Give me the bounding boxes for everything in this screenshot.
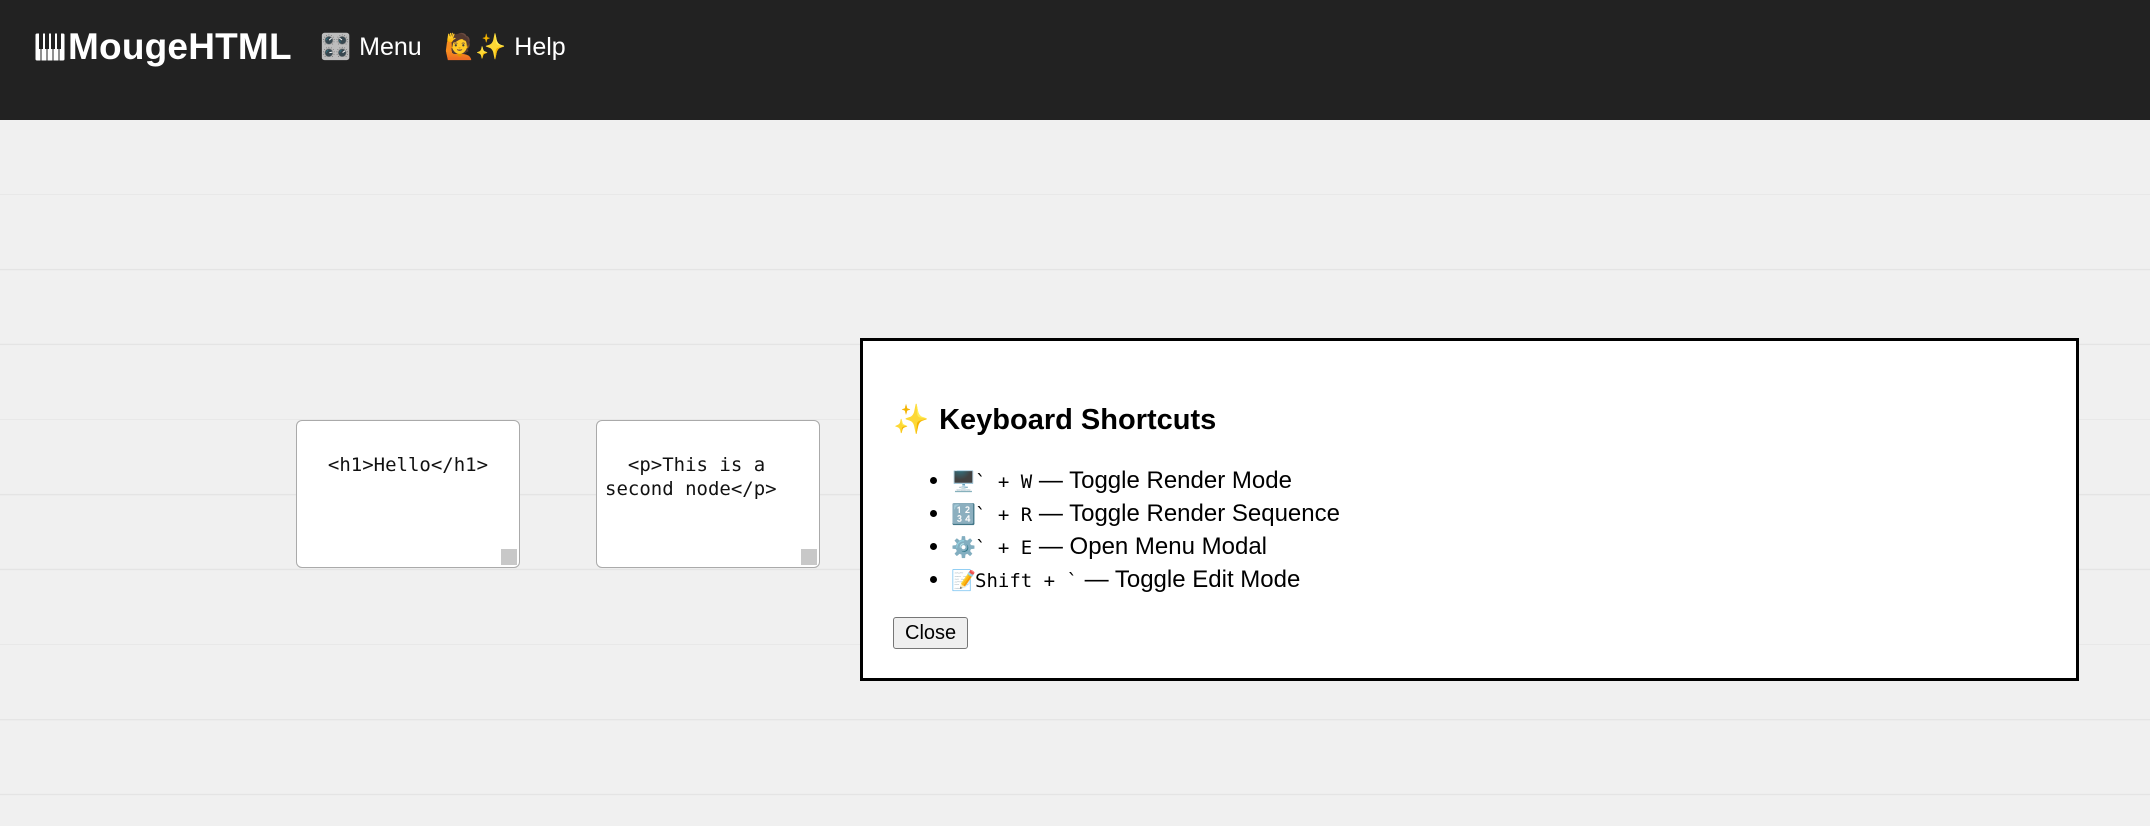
resize-handle[interactable] <box>501 549 517 565</box>
raising-hand-sparkles-icon: 🙋✨ <box>444 33 507 61</box>
shortcut-action: Toggle Edit Mode <box>1114 566 1301 593</box>
help-button[interactable]: 🙋✨ Help <box>444 33 566 62</box>
html-node-editor[interactable]: <p>This is a second node</p> <box>596 420 820 568</box>
shortcut-keys: Shift + ` <box>975 570 1078 592</box>
shortcut-keys: ` + E <box>975 537 1033 559</box>
resize-handle[interactable] <box>801 549 817 565</box>
shortcut-item: 🖥️` + W — Toggle Render Mode <box>951 465 1340 498</box>
node-content[interactable]: <h1>Hello</h1> <box>328 454 488 476</box>
piano-keys-icon <box>34 32 66 62</box>
memo-icon: 📝 <box>951 570 976 592</box>
shortcut-separator: — <box>1032 467 1070 494</box>
shortcut-keys: ` + R <box>975 504 1033 526</box>
sparkles-icon: ✨ <box>893 404 930 436</box>
shortcut-separator: — <box>1032 500 1070 527</box>
modal-title: ✨ Keyboard Shortcuts <box>893 403 1216 437</box>
shortcut-item: ⚙️` + E — Open Menu Modal <box>951 531 1340 564</box>
html-node-editor[interactable]: <h1>Hello</h1> <box>296 420 520 568</box>
top-navbar: MougeHTML 🎛️ Menu 🙋✨ Help <box>0 0 2150 120</box>
brand-logo[interactable]: MougeHTML <box>34 26 292 68</box>
desktop-icon: 🖥️ <box>951 471 976 493</box>
shortcut-separator: — <box>1032 533 1070 560</box>
gear-icon: ⚙️ <box>951 537 976 559</box>
shortcut-keys: ` + W <box>975 471 1033 493</box>
brand-name: MougeHTML <box>68 26 292 67</box>
menu-label: Menu <box>359 33 422 61</box>
menu-button[interactable]: 🎛️ Menu <box>320 33 422 62</box>
close-button[interactable]: Close <box>893 617 969 649</box>
numbers-icon: 🔢 <box>951 504 976 526</box>
control-knobs-icon: 🎛️ <box>320 33 352 61</box>
shortcut-item: 📝Shift + ` — Toggle Edit Mode <box>951 564 1340 597</box>
shortcut-action: Toggle Render Mode <box>1069 467 1292 494</box>
shortcut-list: 🖥️` + W — Toggle Render Mode 🔢` + R — To… <box>925 465 1340 597</box>
shortcut-item: 🔢` + R — Toggle Render Sequence <box>951 498 1340 531</box>
help-label: Help <box>514 33 566 61</box>
modal-title-text: Keyboard Shortcuts <box>939 403 1217 436</box>
shortcut-action: Toggle Render Sequence <box>1069 500 1340 527</box>
shortcut-action: Open Menu Modal <box>1069 533 1267 560</box>
keyboard-shortcuts-modal: ✨ Keyboard Shortcuts 🖥️` + W — Toggle Re… <box>860 338 2079 681</box>
node-content[interactable]: <p>This is a second node</p> <box>605 454 777 500</box>
shortcut-separator: — <box>1077 566 1115 593</box>
